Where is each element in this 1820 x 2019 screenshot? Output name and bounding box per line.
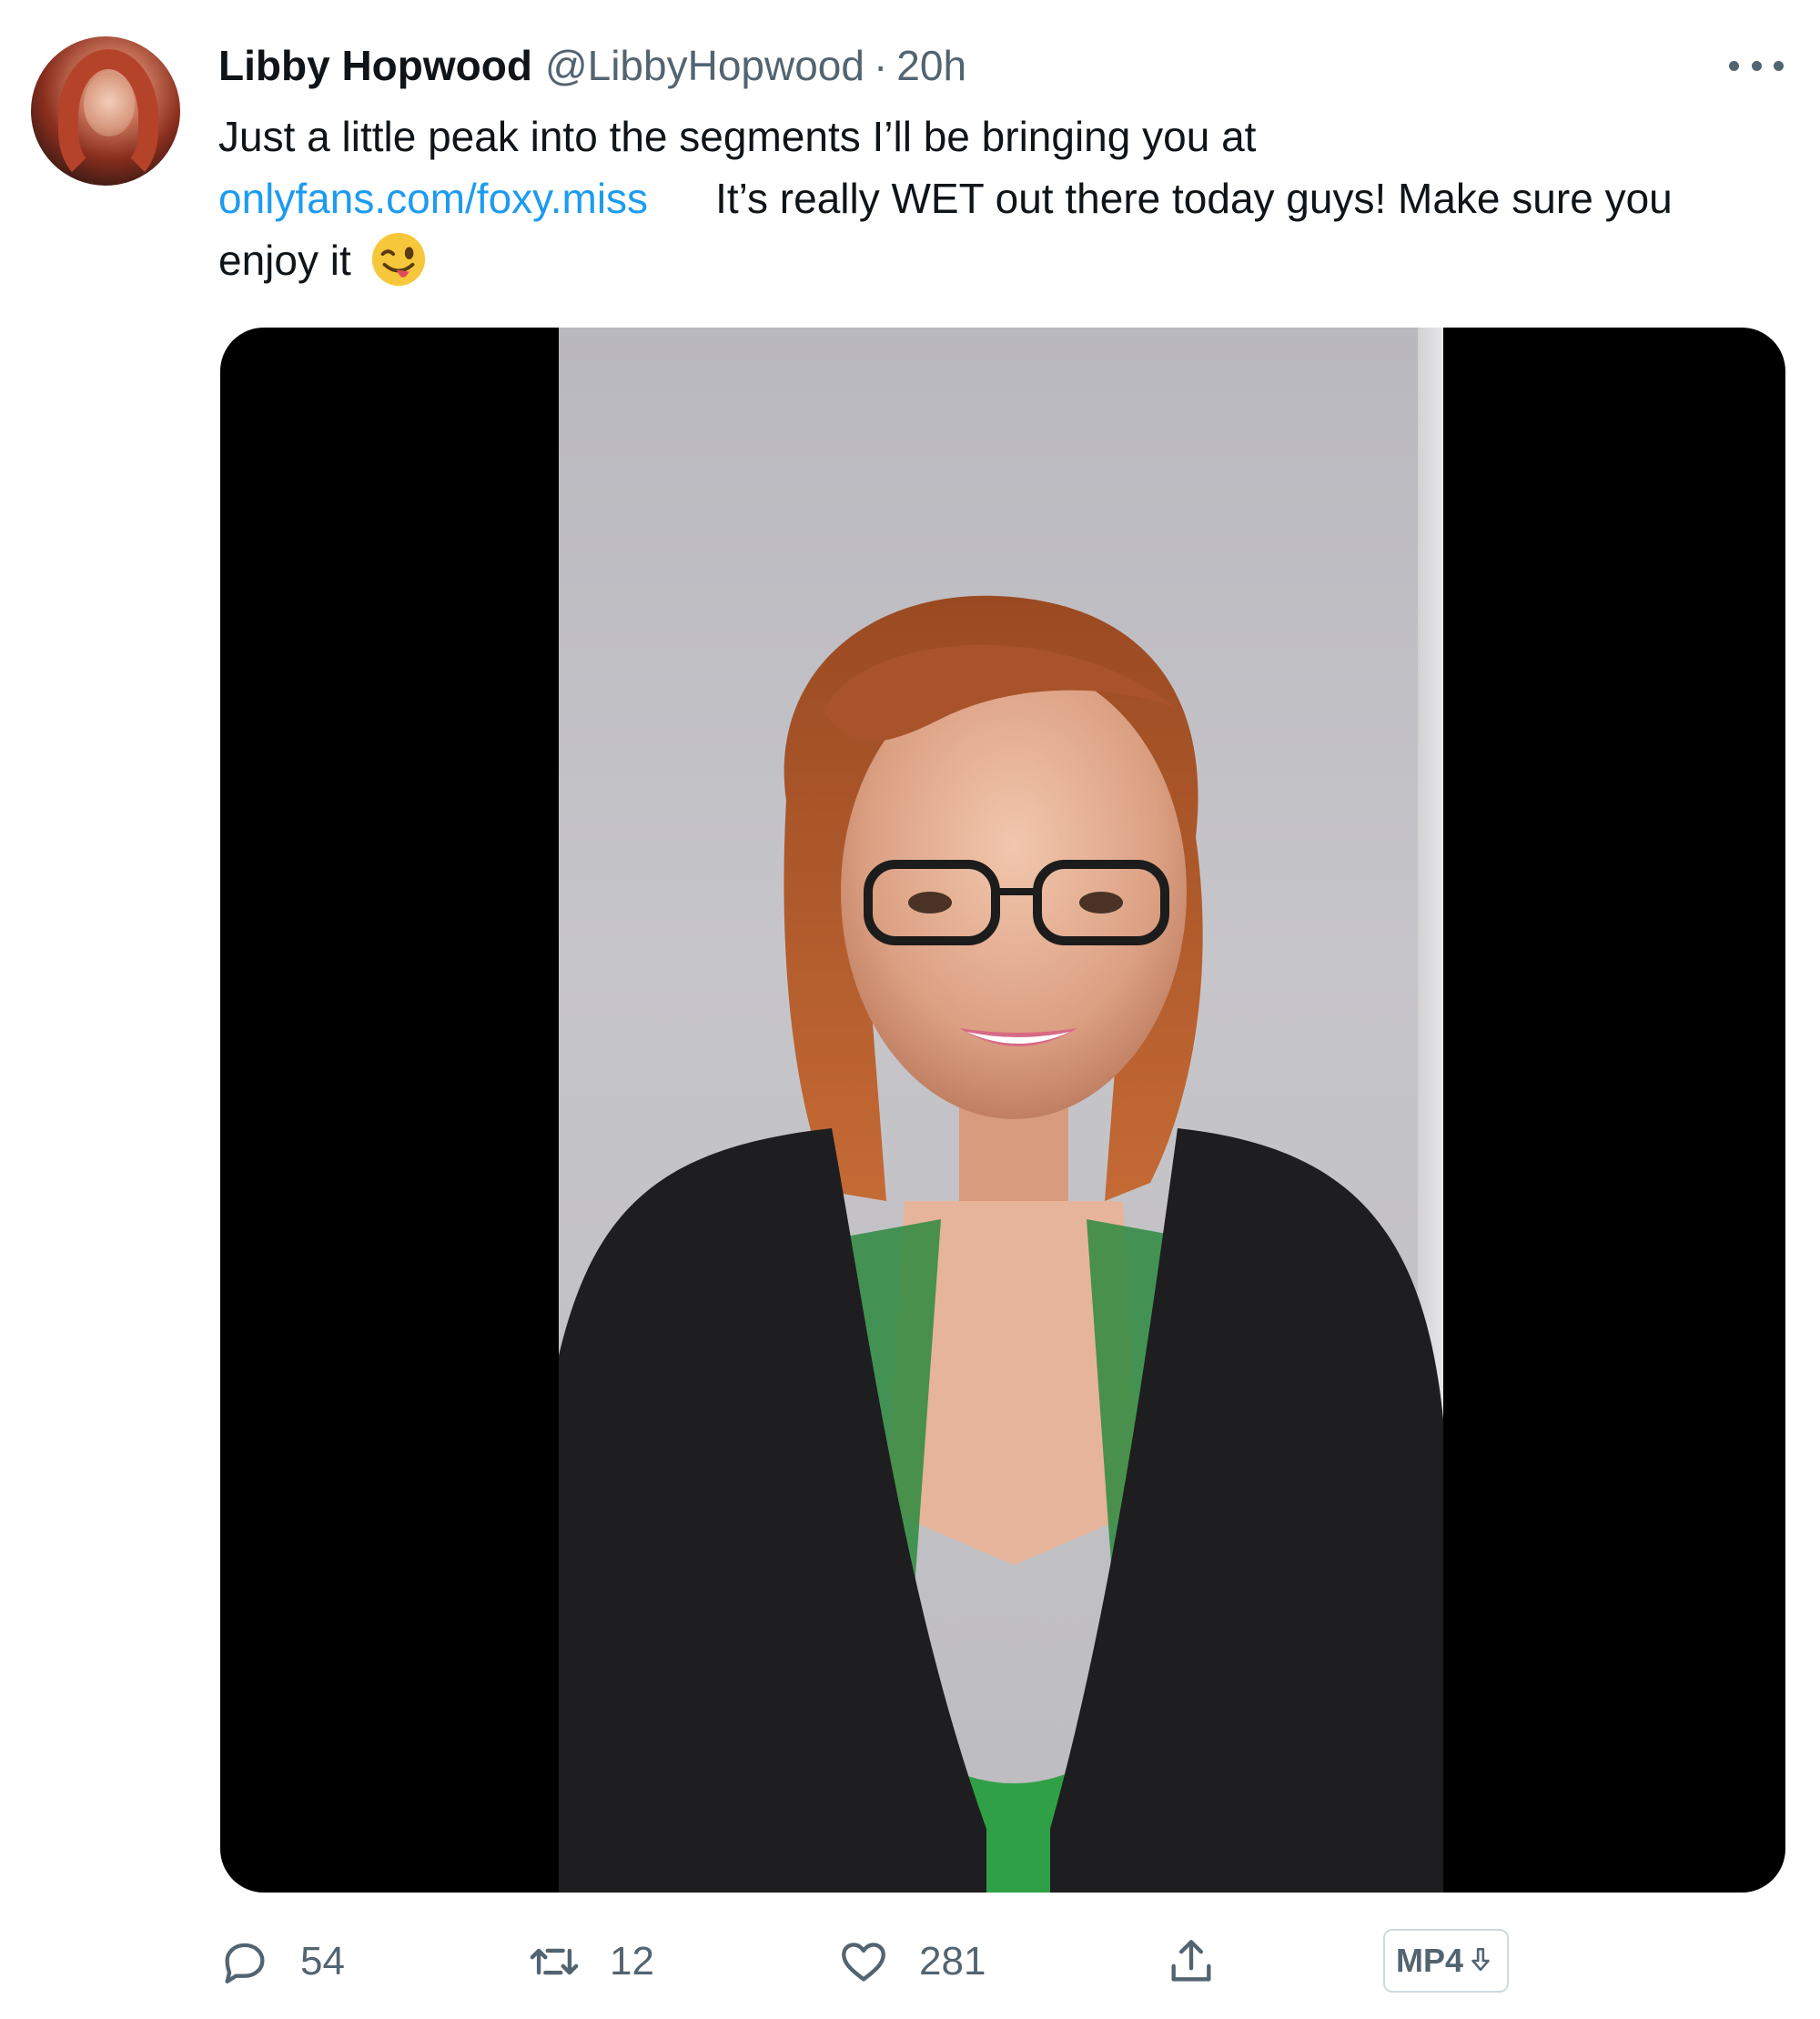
video-still-person [559,595,1443,1893]
mp4-download-button[interactable]: MP4 [1383,1929,1510,1993]
reply-count: 54 [300,1939,345,1984]
tweet: Libby Hopwood @LibbyHopwood · 20h Just a… [0,0,1820,2019]
mp4-label: MP4 [1396,1942,1464,1979]
share-button[interactable] [1165,1929,1218,1994]
reply-icon [225,1943,265,1984]
video-frame [559,328,1443,1893]
display-name[interactable]: Libby Hopwood [218,41,532,90]
retweet-button[interactable]: 12 [528,1929,654,1994]
header-separator: · [873,42,888,89]
avatar-face [84,73,135,136]
more-dot [1774,60,1784,71]
tweet-text-part1: Just a little peak into the segments I’l… [218,113,1257,160]
more-dot [1729,60,1739,71]
winking-face-with-tongue-emoji [371,232,425,287]
tweet-actions: 54 12 281 MP4 [218,1929,1529,1994]
reply-button[interactable]: 54 [218,1929,345,1994]
more-dot [1751,60,1762,71]
tweet-timestamp[interactable]: 20h [896,41,966,90]
like-button[interactable]: 281 [837,1929,986,1994]
tweet-link[interactable]: onlyfans.com/foxy.miss [218,175,648,222]
heart-icon [842,1943,885,1982]
retweet-count: 12 [610,1939,654,1984]
tweet-text: Just a little peak into the segments I’l… [218,106,1784,291]
user-handle[interactable]: @LibbyHopwood [545,41,864,90]
download-icon [1471,1947,1490,1972]
retweet-icon [530,1948,579,1975]
tweet-header: Libby Hopwood @LibbyHopwood · 20h [218,40,966,91]
video-media[interactable] [220,328,1785,1893]
avatar[interactable] [31,36,180,186]
like-count: 281 [919,1939,986,1984]
share-icon [1171,1940,1211,1982]
more-icon[interactable] [1729,47,1784,84]
